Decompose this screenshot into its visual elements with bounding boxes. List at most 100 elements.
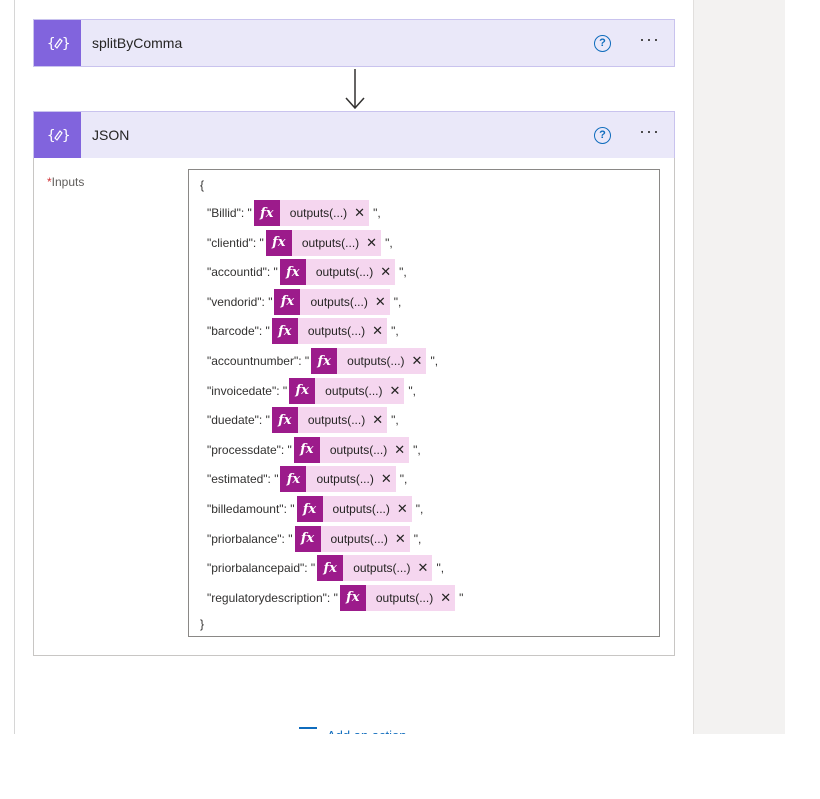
json-field-tail: ", — [413, 531, 422, 546]
json-field-key: "invoicedate": " — [207, 383, 288, 398]
card-title: JSON — [92, 127, 130, 143]
json-field-key: "priorbalancepaid": " — [207, 561, 316, 576]
json-field-key: "barcode": " — [207, 324, 270, 339]
expression-icon: fx — [271, 407, 298, 434]
open-brace: { — [200, 178, 205, 192]
json-field-row: "estimated": " fx outputs(...) ✕ ", — [207, 466, 407, 493]
svg-text:{: { — [47, 36, 55, 52]
json-field-key: "accountid": " — [207, 265, 278, 280]
json-field-row: "clientid": " fx outputs(...) ✕ ", — [207, 229, 393, 256]
close-icon[interactable]: ✕ — [418, 560, 429, 576]
close-icon[interactable]: ✕ — [366, 235, 377, 251]
json-card-header[interactable]: {} JSON ? ··· — [33, 111, 675, 159]
close-icon[interactable]: ✕ — [440, 590, 451, 606]
expression-token[interactable]: fx outputs(...) ✕ — [293, 436, 410, 463]
close-icon[interactable]: ✕ — [375, 294, 386, 310]
connector-arrow-icon — [345, 69, 365, 110]
json-field-row: "accountnumber": " fx outputs(...) ✕ ", — [207, 348, 438, 374]
json-field-row: "accountid": " fx outputs(...) ✕ ", — [207, 259, 407, 286]
json-field-tail: ", — [408, 383, 417, 398]
close-icon[interactable]: ✕ — [394, 442, 405, 458]
json-field-tail: ", — [436, 561, 445, 576]
json-field-key: "vendorid": " — [207, 294, 273, 309]
json-field-key: "processdate": " — [207, 442, 292, 457]
svg-text:{: { — [47, 128, 55, 144]
token-label: outputs(...) — [316, 472, 374, 487]
expression-token[interactable]: fx outputs(...) ✕ — [271, 318, 388, 345]
token-label: outputs(...) — [325, 383, 383, 398]
expression-token[interactable]: fx outputs(...) ✕ — [279, 259, 396, 286]
json-field-row: "duedate": " fx outputs(...) ✕ ", — [207, 407, 399, 434]
json-field-tail: ", — [373, 206, 381, 220]
json-field-row: "vendorid": " fx outputs(...) ✕ ", — [207, 288, 402, 315]
token-label: outputs(...) — [315, 265, 374, 280]
inputs-editor[interactable]: { } "Billid": " fx outputs(...) ✕ ", "clienti… — [188, 169, 660, 637]
close-icon[interactable]: ✕ — [390, 383, 401, 399]
expression-token[interactable]: fx outputs(...) ✕ — [339, 584, 456, 611]
expression-token[interactable]: fx outputs(...) ✕ — [280, 466, 396, 493]
expression-icon: fx — [279, 259, 306, 286]
token-label: outputs(...) — [375, 590, 434, 605]
close-icon[interactable]: ✕ — [354, 205, 365, 221]
page-bottom — [0, 734, 820, 799]
close-icon[interactable]: ✕ — [381, 471, 392, 487]
close-icon[interactable]: ✕ — [372, 323, 383, 339]
token-label: outputs(...) — [353, 561, 411, 576]
json-field-tail: ", — [430, 354, 439, 368]
json-field-key: "priorbalance": " — [207, 531, 293, 546]
help-icon[interactable]: ? — [594, 34, 612, 52]
close-icon[interactable]: ✕ — [380, 264, 391, 280]
close-icon[interactable]: ✕ — [397, 501, 408, 517]
json-field-row: "barcode": " fx outputs(...) ✕ ", — [207, 318, 399, 345]
expression-icon: fx — [296, 496, 323, 522]
svg-text:}: } — [62, 36, 69, 52]
json-field-row: "regulatorydescription": " fx outputs(...)… — [207, 584, 464, 611]
expression-icon: fx — [274, 288, 301, 315]
close-brace: } — [200, 617, 205, 631]
token-label: outputs(...) — [289, 206, 348, 220]
json-field-tail: ", — [415, 502, 424, 516]
canvas-left-border — [14, 0, 15, 734]
more-options-icon[interactable]: ··· — [639, 122, 660, 144]
expression-token[interactable]: fx outputs(...) ✕ — [311, 348, 427, 374]
json-field-key: "duedate": " — [207, 413, 270, 428]
expression-icon: fx — [339, 584, 366, 611]
more-options-icon[interactable]: ··· — [639, 30, 660, 52]
json-field-tail: " — [459, 590, 464, 605]
token-label: outputs(...) — [307, 324, 366, 339]
expression-token[interactable]: fx outputs(...) ✕ — [265, 229, 382, 256]
expression-token[interactable]: fx outputs(...) ✕ — [294, 525, 410, 552]
expression-icon: fx — [253, 200, 280, 226]
json-field-tail: ", — [399, 265, 407, 280]
help-icon[interactable]: ? — [594, 126, 612, 144]
expression-token[interactable]: fx outputs(...) ✕ — [296, 496, 412, 522]
json-field-tail: ", — [385, 235, 393, 250]
token-label: outputs(...) — [310, 294, 368, 309]
close-icon[interactable]: ✕ — [412, 353, 423, 369]
expression-token[interactable]: fx outputs(...) ✕ — [253, 200, 370, 226]
expression-token[interactable]: fx outputs(...) ✕ — [271, 407, 388, 434]
svg-text:}: } — [62, 128, 69, 144]
close-icon[interactable]: ✕ — [395, 531, 406, 547]
right-pane — [693, 0, 785, 734]
json-field-tail: ", — [413, 442, 421, 457]
expression-icon: fx — [317, 555, 344, 582]
expression-token[interactable]: fx outputs(...) ✕ — [289, 377, 405, 404]
json-field-key: "clientid": " — [207, 235, 264, 250]
json-field-key: "accountnumber": " — [207, 354, 310, 368]
json-field-key: "estimated": " — [207, 472, 279, 487]
expression-icon: fx — [289, 377, 316, 404]
json-field-key: "regulatorydescription": " — [207, 590, 338, 605]
expression-icon: fx — [311, 348, 338, 374]
token-label: outputs(...) — [330, 531, 388, 546]
expression-icon: fx — [280, 466, 307, 493]
close-icon[interactable]: ✕ — [372, 412, 383, 428]
token-label: outputs(...) — [347, 354, 405, 368]
expression-token[interactable]: fx outputs(...) ✕ — [274, 288, 390, 315]
expression-token[interactable]: fx outputs(...) ✕ — [317, 555, 433, 582]
json-field-row: "billedamount": " fx outputs(...) ✕ ", — [207, 496, 423, 522]
json-field-tail: ", — [393, 294, 402, 309]
split-by-comma-card[interactable]: {} splitByComma ? ··· — [33, 19, 675, 67]
token-label: outputs(...) — [307, 413, 366, 428]
json-field-key: "Billid": " — [207, 206, 252, 220]
